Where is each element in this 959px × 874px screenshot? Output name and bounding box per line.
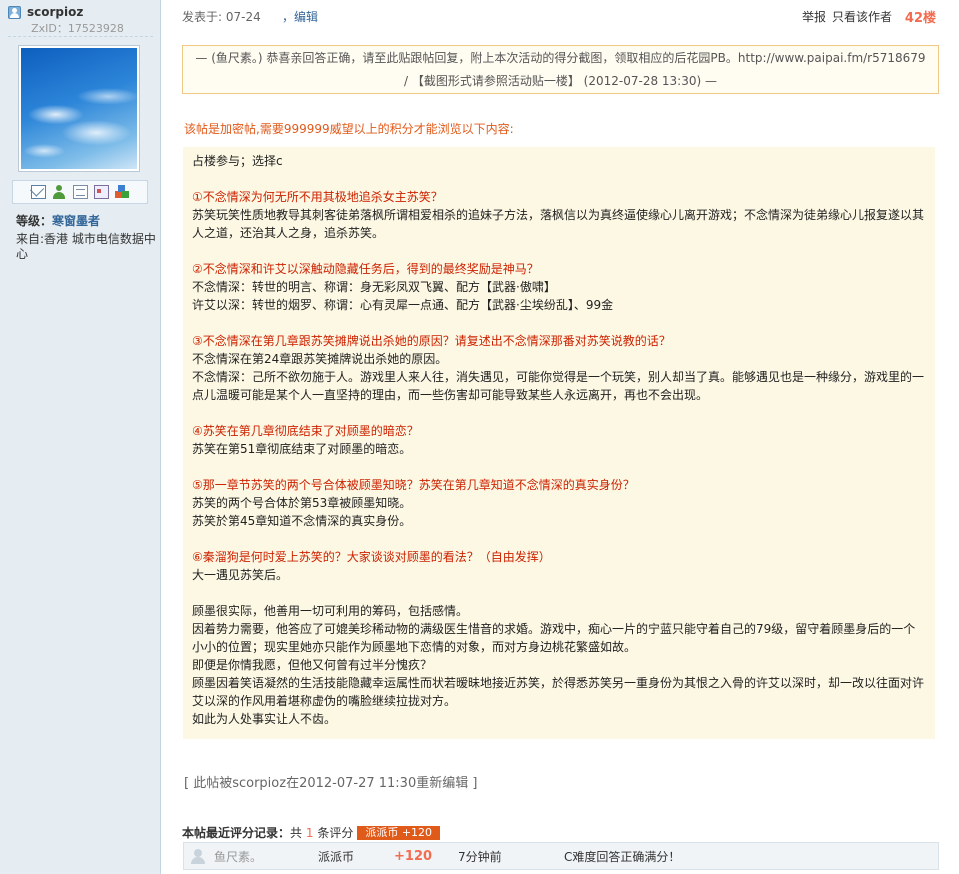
post-header: 发表于: 07-24 ，编辑 举报 只看该作者 42楼 [182,8,938,26]
post-content: 占楼参与；选择c ①不念情深为何无所不用其极地追杀女主苏笑？ 苏笑玩笑性质地教导… [183,147,935,739]
post-time: 发表于: 07-24 [182,10,261,24]
rating-count-prefix: 共 [290,826,303,840]
rating-count: 共 1 条评分 [290,824,353,841]
question-line: ⑤那一章节苏笑的两个号合体被顾墨知晓？苏笑在第几章知道不念情深的真实身份？ [192,478,635,492]
user-posts-icon[interactable] [72,185,88,199]
content-line [192,458,926,476]
rating-reason: C难度回答正确满分！ [564,849,681,864]
question-line: ④苏笑在第几章彻底结束了对顾墨的暗恋？ [192,424,419,438]
rating-row: 鱼尺素。 派派币 +120 7分钟前 C难度回答正确满分！ [183,842,939,870]
content-line [192,404,926,422]
user-level-value[interactable]: 寒窗墨者 [52,214,100,228]
floor-number: 42楼 [904,11,936,26]
quote-box: — (鱼尺素。) 恭喜亲回答正确，请至此贴跟帖回复，附上本次活动的得分截图，领取… [182,45,939,94]
rating-score: +120 [394,848,433,864]
send-message-icon[interactable] [30,185,46,199]
content-line: 苏笑於第45章知道不念情深的真实身份。 [192,514,412,528]
content-line [192,242,926,260]
user-location: 来自:香港 城市电信数据中心 [16,232,156,261]
rater-name[interactable]: 鱼尺素。 [214,848,262,865]
rating-field: 派派币 [318,849,355,864]
question-line: ②不念情深和许艾以深触动隐藏任务后，得到的最终奖励是神马？ [192,262,539,276]
rating-header: 本帖最近评分记录： 共 1 条评分 派派币 +120 [182,824,441,841]
content-line: 不念情深：转世的明言、称谓：身无彩凤双飞翼、配方【武器·傲啸】 [192,280,556,294]
content-line: 顾墨很实际，他善用一切可利用的筹码，包括感情。 [192,604,469,618]
content-line: 不念情深：己所不欲勿施于人。游戏里人来人往，消失遇见，可能你觉得是一个玩笑，别人… [192,370,925,402]
online-user-icon [8,5,21,19]
rating-title: 本帖最近评分记录： [182,826,291,840]
edit-link-label: 编辑 [294,10,319,24]
username-row: scorpioz [8,4,83,20]
content-line [192,584,926,602]
content-line [192,314,926,332]
add-friend-icon[interactable] [52,185,67,199]
rating-count-suffix: 条评分 [317,826,354,840]
avatar-image [21,48,137,169]
encrypted-post-notice: 该帖是加密帖,需要999999威望以上的积分才能浏览以下内容: [184,122,514,136]
question-line: ⑥秦溜狗是何时爱上苏笑的？大家谈谈对顾墨的看法？（自由发挥） [192,550,551,564]
content-line: 许艾以深：转世的烟罗、称谓：心有灵犀一点通、配方【武器·尘埃纷乱】、99金 [192,298,614,312]
author-only-link[interactable]: 只看该作者 [832,8,892,25]
user-level: 等级：寒窗墨者 [16,212,100,229]
content-line: 如此为人处事实让人不齿。 [192,712,337,726]
avatar[interactable] [18,45,140,172]
rater-avatar-icon [190,848,206,864]
rating-badge: 派派币 +120 [357,825,441,840]
content-line: 苏笑玩笑性质地教导其刺客徒弟落枫所谓相爱相杀的追妹子方法，落枫信以为真终逼使缘心… [192,208,925,240]
rating-count-number: 1 [305,826,314,840]
content-line: 苏笑在第51章彻底结束了对顾墨的暗恋。 [192,442,412,456]
sidebar-divider [8,36,153,37]
content-line: 苏笑的两个号合体於第53章被顾墨知晓。 [192,496,412,510]
user-level-label: 等级： [16,214,53,228]
profile-card-icon[interactable] [93,185,109,199]
content-line: 因着势力需要，他答应了可媲美珍稀动物的满级医生惜音的求婚。游戏中，痴心一片的宁蓝… [192,622,916,654]
content-line: 大一遇见苏笑后。 [192,568,289,582]
user-action-icons [12,180,148,204]
question-line: ①不念情深为何无所不用其极地追杀女主苏笑？ [192,190,443,204]
content-line: 即便是你情我愿，但他又何曾有过半分愧疚？ [192,658,433,672]
content-line: 占楼参与；选择c [192,154,283,168]
report-link[interactable]: 举报 [802,8,826,25]
question-line: ③不念情深在第几章跟苏笑摊牌说出杀她的原因？请复述出不念情深那番对苏笑说教的话？ [192,334,671,348]
user-apps-icon[interactable] [114,185,130,199]
username-link[interactable]: scorpioz [27,5,83,19]
rating-time: 7分钟前 [458,849,502,864]
content-line: 不念情深在第24章跟苏笑摊牌说出杀她的原因。 [192,352,448,366]
user-sidebar: scorpioz ZxID：17523928 等级：寒窗墨者 来自:香港 城市电… [0,0,161,874]
user-zxid: ZxID：17523928 [31,22,124,35]
content-line [192,530,926,548]
re-edit-note: [ 此帖被scorpioz在2012-07-27 11:30重新编辑 ] [184,776,478,791]
quote-line-2: / 【截图形式请参照活动贴一楼】 (2012-07-28 13:30) — [404,74,717,88]
quote-line-1: — (鱼尺素。) 恭喜亲回答正确，请至此贴跟帖回复，附上本次活动的得分截图，领取… [195,51,926,65]
content-line: 顾墨因着笑语凝然的生活技能隐藏幸运属性而状若暧昧地接近苏笑，於得悉苏笑另一重身份… [192,676,925,708]
edit-link[interactable]: ，编辑 [282,8,318,25]
content-line [192,170,926,188]
